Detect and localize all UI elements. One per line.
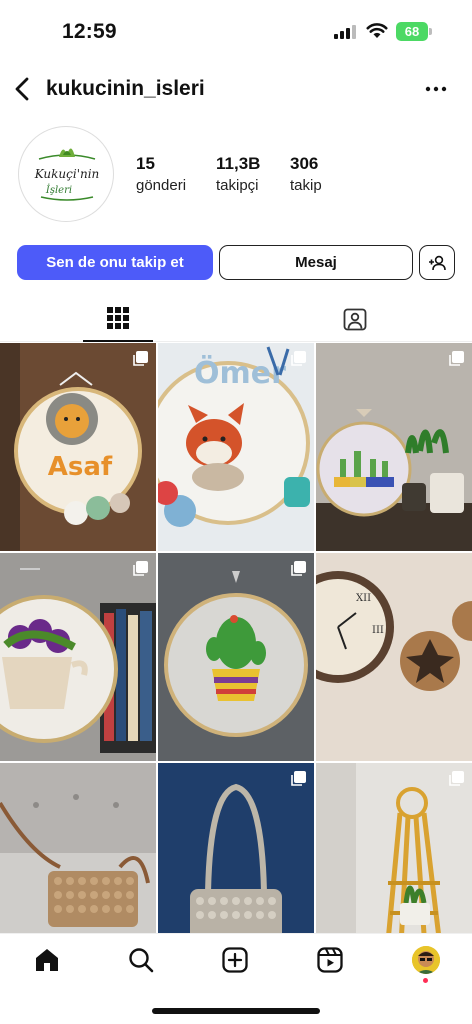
brand-logo: Kukuçi'nin İşleri [34,148,100,201]
bottom-navigation [0,933,472,989]
tab-tagged[interactable] [320,296,390,342]
following-count: 306 [290,154,319,173]
post-tile[interactable] [0,553,156,761]
wifi-icon [366,23,388,38]
search-icon[interactable] [127,946,155,974]
more-options-icon[interactable] [424,78,448,100]
multiple-photos-icon [133,351,148,366]
battery-level: 68 [396,22,428,41]
cellular-signal-icon [334,25,356,39]
status-time: 12:59 [62,20,117,43]
profile-photo [412,946,440,974]
stat-following[interactable]: 306 takip [290,154,322,194]
suggest-user-button[interactable] [419,245,455,280]
back-arrow-icon[interactable] [12,76,34,102]
post-image [316,763,472,933]
post-image [158,553,314,761]
post-tile[interactable] [316,763,472,933]
reels-icon[interactable] [316,946,344,974]
grid-icon [107,307,129,329]
stat-followers[interactable]: 11,3B takipçi [216,154,260,194]
add-person-icon [429,255,446,270]
battery-icon: 68 [396,22,432,41]
stat-posts[interactable]: 15 gönderi [136,154,186,194]
posts-grid: Asaf Ömer XII III [0,343,472,933]
top-navigation: kukucinin_isleri [0,66,472,112]
svg-text:XII: XII [356,593,371,604]
multiple-photos-icon [291,771,306,786]
profile-avatar[interactable]: Kukuçi'nin İşleri [18,126,114,222]
profile-tabs [0,296,472,342]
followers-count: 11,3B [216,154,261,173]
post-image [158,763,314,933]
svg-text:III: III [372,625,384,636]
multiple-photos-icon [291,351,306,366]
post-image: XII III [316,553,472,761]
post-image: Ömer [158,343,314,551]
post-image: Asaf [0,343,156,551]
multiple-photos-icon [291,561,306,576]
post-tile[interactable]: Ömer [158,343,314,551]
create-icon[interactable] [221,946,249,974]
post-art-text: Asaf [48,452,113,482]
followers-label: takipçi [216,177,259,194]
post-image [316,343,472,551]
post-tile[interactable] [158,553,314,761]
home-indicator [152,1008,320,1014]
post-tile[interactable] [0,763,156,933]
following-label: takip [290,177,322,194]
message-button[interactable]: Mesaj [219,245,413,280]
post-tile[interactable]: Asaf [0,343,156,551]
posts-label: gönderi [136,177,187,194]
multiple-photos-icon [449,351,464,366]
post-image [0,553,156,761]
logo-text-line2: İşleri [45,184,72,196]
profile-username: kukucinin_isleri [46,77,205,100]
posts-count: 15 [136,154,155,173]
logo-text-line1: Kukuçi'nin [34,167,100,181]
profile-avatar-tab[interactable] [412,946,440,974]
post-image [0,763,156,933]
post-tile[interactable] [158,763,314,933]
multiple-photos-icon [449,771,464,786]
post-tile[interactable] [316,343,472,551]
post-tile[interactable]: XII III [316,553,472,761]
tagged-person-icon [343,308,367,331]
notification-dot [423,978,428,983]
tab-posts-grid[interactable] [83,296,153,342]
status-bar: 12:59 68 [0,0,472,62]
home-icon[interactable] [33,946,61,974]
follow-button[interactable]: Sen de onu takip et [17,245,213,280]
multiple-photos-icon [133,561,148,576]
